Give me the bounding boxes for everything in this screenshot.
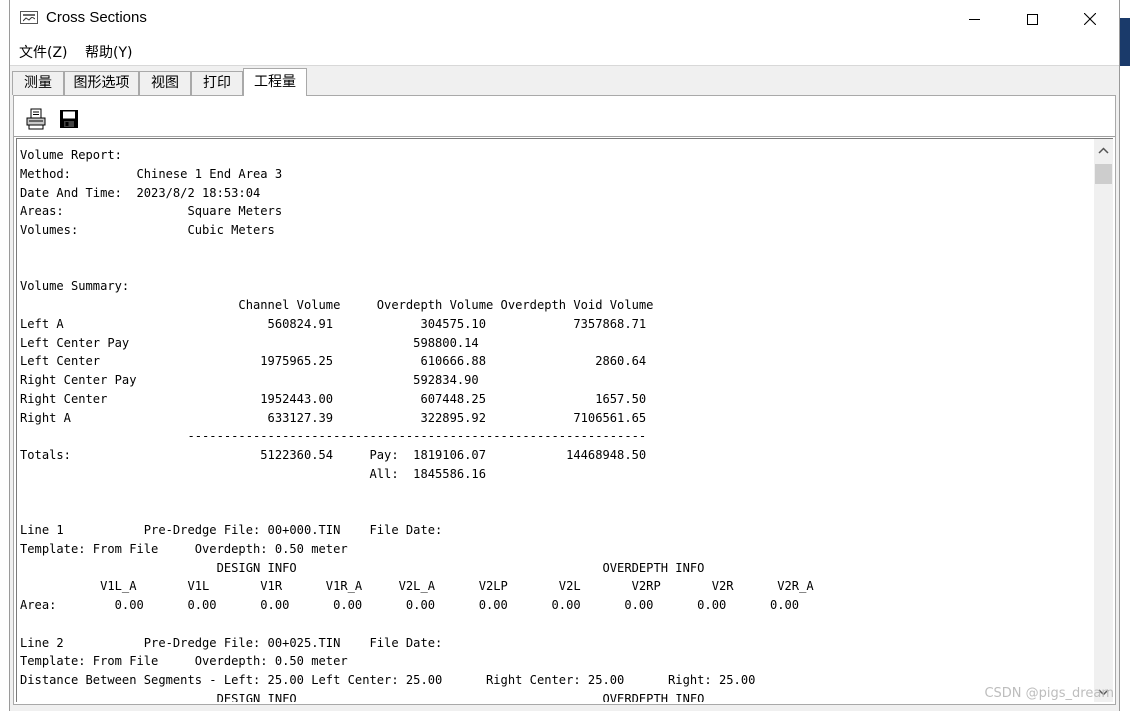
tab-graphic-options[interactable]: 图形选项 [64, 71, 139, 95]
floppy-disk-icon [60, 110, 78, 128]
tab-strip: 测量 图形选项 视图 打印 工程量 [10, 68, 1119, 96]
report-line: Volume Report: [20, 148, 122, 162]
tab-survey[interactable]: 测量 [12, 71, 64, 95]
report-line [20, 615, 814, 634]
report-line: DESIGN INFO OVERDEPTH INFO [20, 560, 705, 575]
tab-print[interactable]: 打印 [191, 71, 243, 95]
report-line [20, 502, 814, 521]
report-line: Volumes: Cubic Meters [20, 223, 275, 237]
window-title: Cross Sections [46, 9, 147, 26]
vertical-scrollbar[interactable] [1094, 139, 1113, 702]
report-line [20, 240, 814, 259]
report-line: Right Center Pay 592834.90 [20, 373, 479, 387]
report-line: Distance Between Segments - Left: 25.00 … [20, 673, 756, 687]
report-line: Line 2 Pre-Dredge File: 00+025.TIN File … [20, 635, 443, 650]
maximize-button[interactable] [1003, 0, 1061, 38]
report-line: Template: From File Overdepth: 0.50 mete… [20, 541, 348, 556]
tab-quantities[interactable]: 工程量 [243, 68, 307, 96]
report-line: Left Center 1975965.25 610666.88 2860.64 [20, 354, 647, 369]
report-line: Left A 560824.91 304575.10 7357868.71 [20, 316, 647, 331]
app-icon [20, 11, 38, 24]
print-button[interactable] [25, 108, 47, 130]
report-line: ----------------------------------------… [20, 429, 647, 444]
cross-sections-window: Cross Sections 文件(Z) 帮助(Y) 测量 图形选项 视图 打印… [9, 0, 1120, 711]
maximize-icon [1026, 13, 1038, 25]
volume-report-textbox[interactable]: Volume Report: Method: Chinese 1 End Area… [16, 138, 1113, 702]
title-bar[interactable]: Cross Sections [10, 0, 1119, 38]
background-window-edge [1120, 18, 1130, 66]
report-toolbar [14, 96, 1115, 137]
quantities-panel: Volume Report: Method: Chinese 1 End Area… [13, 95, 1116, 705]
menu-bar: 文件(Z) 帮助(Y) [10, 38, 1119, 66]
volume-report-text: Volume Report: Method: Chinese 1 End Area… [20, 146, 814, 702]
report-line: Line 1 Pre-Dredge File: 00+000.TIN File … [20, 523, 443, 537]
report-line: Left Center Pay 598800.14 [20, 335, 479, 350]
report-line: DESIGN INFO OVERDEPTH INFO [20, 691, 705, 702]
scroll-thumb[interactable] [1095, 164, 1112, 184]
watermark: CSDN @pigs_dream [984, 686, 1114, 701]
scroll-up-arrow-icon[interactable] [1098, 147, 1109, 154]
save-button[interactable] [59, 109, 79, 129]
report-line: V1L_A V1L V1R V1R_A V2L_A V2LP V2L V2RP … [20, 579, 814, 594]
report-line: Totals: 5122360.54 Pay: 1819106.07 14468… [20, 448, 647, 462]
close-icon [1084, 13, 1096, 25]
report-line [20, 484, 814, 503]
report-line: Volume Summary: [20, 279, 130, 294]
report-line: Channel Volume Overdepth Volume Overdept… [20, 298, 654, 312]
report-line: Method: Chinese 1 End Area 3 [20, 166, 283, 181]
menu-file[interactable]: 文件(Z) [19, 42, 68, 62]
report-line [20, 259, 814, 278]
close-button[interactable] [1061, 0, 1119, 38]
menu-help[interactable]: 帮助(Y) [85, 42, 132, 62]
report-line: Area: 0.00 0.00 0.00 0.00 0.00 0.00 0.00… [20, 598, 800, 612]
printer-icon [26, 108, 46, 130]
report-line: All: 1845586.16 [20, 466, 486, 481]
minimize-icon [968, 18, 980, 20]
report-line: Right Center 1952443.00 607448.25 1657.5… [20, 391, 647, 406]
minimize-button[interactable] [945, 0, 1003, 38]
report-line: Areas: Square Meters [20, 204, 283, 219]
report-line: Right A 633127.39 322895.92 7106561.65 [20, 410, 647, 425]
report-line: Date And Time: 2023/8/2 18:53:04 [20, 185, 261, 200]
tab-view[interactable]: 视图 [139, 71, 191, 95]
report-line: Template: From File Overdepth: 0.50 mete… [20, 654, 348, 669]
